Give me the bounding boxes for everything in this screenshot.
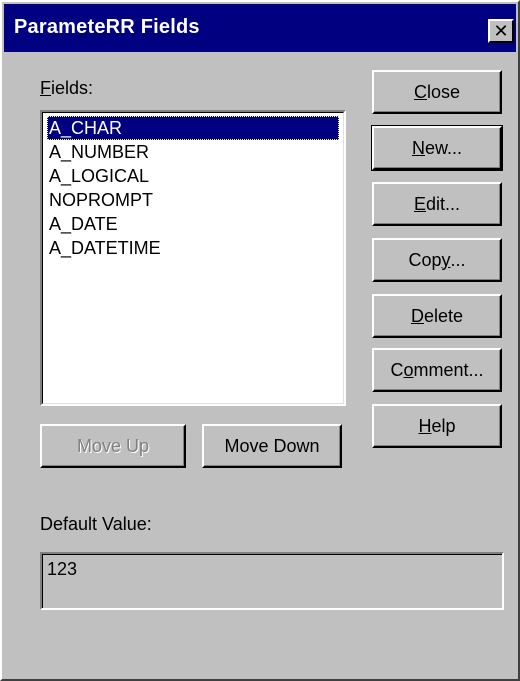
edit-button[interactable]: Edit... xyxy=(372,182,502,226)
fields-listbox-frame: A_CHAR A_NUMBER A_LOGICAL NOPROMPT A_DAT… xyxy=(42,112,344,404)
close-icon: ✕ xyxy=(493,20,509,41)
default-value-label: Default Value: xyxy=(40,514,152,534)
move-down-button[interactable]: Move Down xyxy=(202,424,342,468)
default-value-text: 123 xyxy=(47,559,78,579)
parameterr-fields-dialog: ParameteRR Fields ✕ Fields: A_CHAR A_NUM… xyxy=(0,0,520,681)
list-item[interactable]: A_CHAR xyxy=(47,116,339,140)
copy-button[interactable]: Cop y... xyxy=(372,238,502,282)
delete-button[interactable]: Delete xyxy=(372,294,502,338)
close-window-button[interactable]: ✕ xyxy=(488,19,514,43)
help-button[interactable]: Help xyxy=(372,404,502,448)
fields-listbox[interactable]: A_CHAR A_NUMBER A_LOGICAL NOPROMPT A_DAT… xyxy=(40,110,346,406)
default-value-field-frame: 123 xyxy=(42,554,502,608)
title-bar[interactable]: ParameteRR Fields ✕ xyxy=(4,4,516,52)
list-item[interactable]: A_NUMBER xyxy=(47,140,339,164)
default-value-field: 123 xyxy=(40,552,504,610)
fields-label: Fields: xyxy=(40,78,94,98)
move-up-button[interactable]: Move Up xyxy=(40,424,186,468)
new-button[interactable]: New... xyxy=(371,125,503,171)
list-item[interactable]: NOPROMPT xyxy=(47,188,339,212)
comment-button[interactable]: Co mment... xyxy=(372,348,502,392)
close-button[interactable]: Close xyxy=(372,70,502,114)
window-title: ParameteRR Fields xyxy=(14,16,200,38)
list-item[interactable]: A_LOGICAL xyxy=(47,164,339,188)
list-item[interactable]: A_DATETIME xyxy=(47,236,339,260)
list-item[interactable]: A_DATE xyxy=(47,212,339,236)
